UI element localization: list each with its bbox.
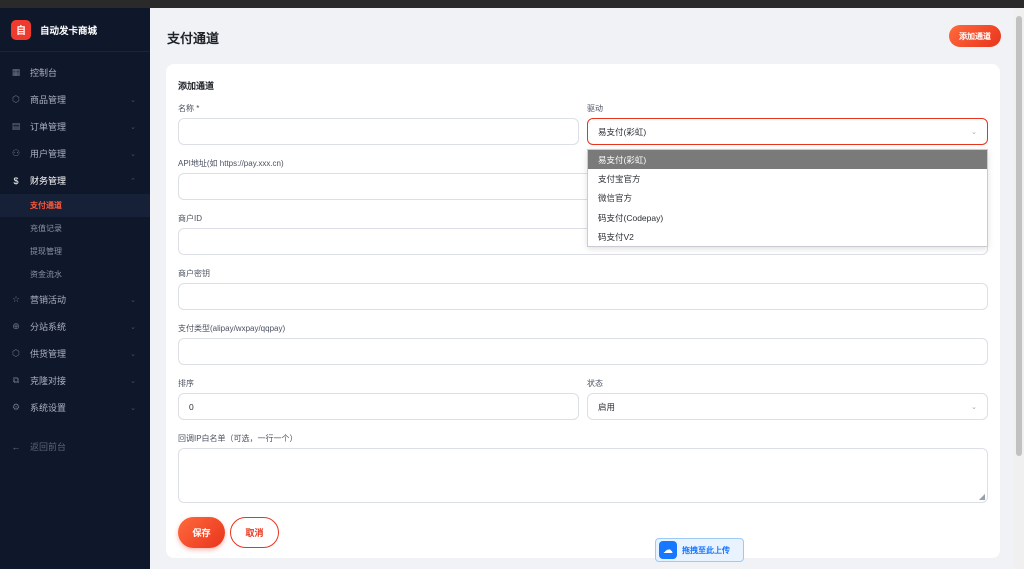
chevron-down-icon: ⌄	[971, 128, 977, 136]
page-title: 支付通道	[167, 31, 220, 46]
sidebar-item-dashboard[interactable]: ▦ 控制台	[0, 59, 150, 86]
resize-handle-icon[interactable]: ◢	[979, 492, 985, 501]
merchant-key-label: 商户密钥	[178, 269, 210, 278]
driver-option[interactable]: 支付宝官方	[588, 169, 987, 188]
sidebar-item-supply[interactable]: ⬡ 供货管理 ⌄	[0, 340, 150, 367]
add-channel-form: 添加通道 名称 * 驱动 易支付(彩虹) ⌄ API地址(如 https://p…	[166, 64, 1000, 562]
star-icon: ☆	[11, 294, 21, 304]
sidebar-subitem-payment-channels[interactable]: 支付通道	[0, 194, 150, 217]
product-icon: ⬡	[12, 94, 20, 104]
sidebar-item-substations[interactable]: ⊕ 分站系统 ⌄	[0, 313, 150, 340]
sidebar-item-label: 分站系统	[30, 322, 67, 332]
form-title: 添加通道	[178, 81, 215, 91]
driver-label: 驱动	[587, 104, 603, 113]
chevron-down-icon: ⌄	[130, 404, 136, 412]
finance-icon: $	[13, 175, 19, 186]
merchant-id-label: 商户ID	[178, 214, 202, 223]
whitelist-textarea[interactable]: ◢	[178, 448, 988, 503]
supply-icon: ⬡	[12, 348, 20, 358]
sidebar-item-label: 营销活动	[30, 295, 67, 305]
driver-option[interactable]: 易支付(彩虹)	[588, 150, 987, 170]
sidebar-item-users[interactable]: ⚇ 用户管理 ⌄	[0, 140, 150, 167]
gear-icon: ⚙	[11, 402, 21, 412]
sidebar-item-label: 财务管理	[30, 176, 67, 186]
sort-label: 排序	[178, 379, 194, 388]
driver-option[interactable]: 码支付(Codepay)	[588, 208, 987, 227]
order-icon: ▤	[11, 121, 21, 131]
brand-name: 自动发卡商城	[40, 25, 98, 37]
sidebar-item-orders[interactable]: ▤ 订单管理 ⌄	[0, 113, 150, 140]
sort-input[interactable]: 0	[178, 393, 579, 420]
sidebar-menu: ▦ 控制台 ⬡ 商品管理 ⌄ ▤ 订单管理 ⌄ ⚇ 用户管理 ⌄ $ 财务管理 …	[0, 52, 150, 460]
sidebar-item-label: 订单管理	[30, 122, 67, 132]
sidebar-item-settings[interactable]: ⚙ 系统设置 ⌄	[0, 394, 150, 421]
chevron-down-icon: ⌄	[130, 123, 136, 131]
chevron-down-icon: ⌄	[130, 296, 136, 304]
name-label: 名称 *	[178, 104, 200, 113]
dashboard-icon: ▦	[11, 67, 21, 77]
chevron-down-icon: ⌄	[130, 150, 136, 158]
chevron-down-icon: ⌄	[971, 403, 977, 411]
brand[interactable]: 自 自动发卡商城	[0, 8, 150, 52]
window-top-bar	[0, 0, 1024, 8]
sidebar-item-finance[interactable]: $ 财务管理 ⌃	[0, 167, 150, 194]
chevron-down-icon: ⌄	[130, 350, 136, 358]
status-select[interactable]: 启用 ⌄	[587, 393, 988, 420]
driver-select[interactable]: 易支付(彩虹) ⌄	[587, 118, 988, 145]
main-content: 支付通道 添加通道 添加通道 名称 * 驱动 易支付(彩虹) ⌄ API地址(如…	[150, 8, 1014, 569]
whitelist-label: 回调IP白名单（可选，一行一个）	[178, 434, 298, 443]
sidebar-subitem-recharge-records[interactable]: 充值记录	[0, 217, 150, 240]
sidebar-subitem-fund-flow[interactable]: 资金流水	[0, 263, 150, 286]
sidebar-item-marketing[interactable]: ☆ 营销活动 ⌄	[0, 286, 150, 313]
driver-option[interactable]: 微信官方	[588, 189, 987, 208]
sidebar-item-clone[interactable]: ⧉ 克隆对接 ⌄	[0, 367, 150, 394]
chevron-down-icon: ⌄	[130, 377, 136, 385]
scrollbar-thumb[interactable]	[1016, 16, 1022, 456]
sidebar-item-products[interactable]: ⬡ 商品管理 ⌄	[0, 86, 150, 113]
save-button[interactable]: 保存	[178, 517, 225, 548]
sidebar-item-label: 供货管理	[30, 349, 67, 359]
add-channel-button[interactable]: 添加通道	[949, 25, 1001, 47]
brand-logo: 自	[11, 19, 31, 40]
pay-type-label: 支付类型(alipay/wxpay/qqpay)	[178, 324, 286, 333]
status-select-value: 启用	[598, 401, 616, 412]
merchant-key-input[interactable]	[178, 283, 988, 310]
driver-select-value: 易支付(彩虹)	[598, 126, 647, 137]
page-scrollbar[interactable]	[1014, 8, 1024, 569]
driver-option[interactable]: 码支付V2	[588, 227, 987, 246]
upload-label: 拖拽至此上传	[682, 545, 730, 555]
api-url-label: API地址(如 https://pay.xxx.cn)	[178, 159, 284, 168]
back-to-frontend-link[interactable]: ← 返回前台	[0, 433, 150, 460]
back-label: 返回前台	[30, 442, 67, 452]
user-icon: ⚇	[11, 148, 21, 158]
arrow-left-icon: ←	[11, 441, 21, 452]
upload-cloud-icon: ☁	[659, 541, 677, 559]
pay-type-input[interactable]	[178, 338, 988, 365]
name-input[interactable]	[178, 118, 579, 145]
sidebar-subitem-withdrawals[interactable]: 提现管理	[0, 240, 150, 263]
chevron-down-icon: ⌄	[130, 323, 136, 331]
sidebar-item-label: 用户管理	[30, 149, 67, 159]
chevron-down-icon: ⌄	[130, 96, 136, 104]
sidebar: 自 自动发卡商城 ▦ 控制台 ⬡ 商品管理 ⌄ ▤ 订单管理 ⌄ ⚇ 用户管理 …	[0, 8, 150, 569]
globe-icon: ⊕	[12, 321, 20, 331]
cancel-button[interactable]: 取消	[230, 517, 279, 548]
sidebar-item-label: 克隆对接	[30, 376, 67, 386]
sidebar-item-label: 控制台	[30, 68, 58, 78]
sidebar-item-label: 商品管理	[30, 95, 67, 105]
sidebar-item-label: 系统设置	[30, 403, 67, 413]
clone-icon: ⧉	[12, 375, 20, 385]
driver-dropdown: 易支付(彩虹) 支付宝官方 微信官方 码支付(Codepay) 码支付V2	[587, 149, 988, 248]
status-label: 状态	[587, 379, 603, 388]
drag-upload-widget[interactable]: ☁ 拖拽至此上传	[655, 538, 744, 562]
chevron-up-icon: ⌃	[130, 177, 136, 185]
